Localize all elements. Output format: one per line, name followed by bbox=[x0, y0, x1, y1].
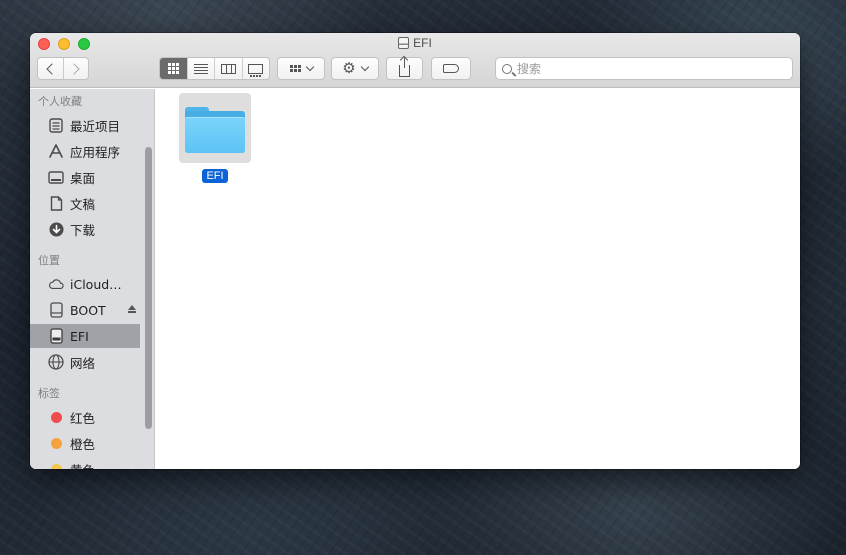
sidebar-item-icloud[interactable]: iCloud… bbox=[30, 272, 140, 296]
recents-icon bbox=[48, 117, 64, 133]
icon-view-icon bbox=[168, 63, 180, 74]
action-button[interactable]: ⚙ bbox=[331, 57, 379, 80]
share-button[interactable] bbox=[386, 57, 423, 80]
view-switcher bbox=[159, 57, 270, 80]
window-title: EFI bbox=[30, 36, 800, 50]
sidebar-item-boot[interactable]: BOOT bbox=[30, 298, 140, 322]
file-browser: EFI bbox=[156, 89, 800, 469]
sidebar-item-tag-orange[interactable]: 橙色 bbox=[30, 431, 140, 455]
titlebar: EFI ⚙ bbox=[30, 33, 800, 88]
share-icon bbox=[399, 57, 410, 77]
tag-dot-icon bbox=[48, 409, 64, 425]
gear-icon: ⚙ bbox=[342, 59, 356, 77]
network-icon bbox=[48, 354, 64, 370]
applications-icon bbox=[48, 143, 64, 159]
list-view-icon bbox=[194, 63, 209, 74]
desktop-icon bbox=[48, 169, 64, 185]
sidebar-item-label: 橙色 bbox=[70, 436, 96, 452]
sidebar-section-favorites: 个人收藏 bbox=[38, 95, 82, 108]
cloud-icon bbox=[48, 276, 64, 292]
gallery-view-icon bbox=[248, 63, 264, 77]
sidebar-item-label: 红色 bbox=[70, 410, 96, 426]
sidebar-item-efi[interactable]: EFI bbox=[30, 324, 140, 348]
chevron-right-icon bbox=[68, 62, 81, 75]
tag-button[interactable] bbox=[431, 57, 471, 80]
search-icon bbox=[502, 63, 512, 74]
sidebar-scrollbar[interactable] bbox=[145, 147, 152, 429]
sidebar-item-applications[interactable]: 应用程序 bbox=[30, 139, 140, 163]
chevron-down-icon bbox=[360, 62, 369, 72]
file-item-efi-folder[interactable]: EFI bbox=[179, 93, 251, 183]
sidebar-item-label: 最近项目 bbox=[70, 118, 121, 134]
sidebar-item-label: 下载 bbox=[70, 222, 96, 238]
icon-view-button[interactable] bbox=[160, 58, 188, 79]
sidebar-item-label: BOOT bbox=[70, 302, 106, 318]
file-name-label: EFI bbox=[202, 169, 228, 183]
sidebar-item-label: 桌面 bbox=[70, 170, 96, 186]
drive-icon bbox=[48, 302, 64, 318]
sidebar-item-label: EFI bbox=[70, 328, 89, 344]
tag-dot-icon bbox=[48, 435, 64, 451]
sidebar-item-desktop[interactable]: 桌面 bbox=[30, 165, 140, 189]
sidebar-item-label: 应用程序 bbox=[70, 144, 121, 160]
folder-thumbnail bbox=[179, 93, 251, 163]
back-button[interactable] bbox=[38, 58, 63, 79]
column-view-button[interactable] bbox=[214, 58, 241, 79]
sidebar-item-downloads[interactable]: 下载 bbox=[30, 217, 140, 241]
search-input[interactable] bbox=[517, 61, 767, 76]
list-view-button[interactable] bbox=[187, 58, 214, 79]
sidebar-item-label: 网络 bbox=[70, 355, 96, 371]
sidebar-item-recents[interactable]: 最近项目 bbox=[30, 113, 140, 137]
sidebar-item-tag-yellow[interactable]: 黄色 bbox=[30, 457, 140, 469]
tag-icon bbox=[443, 64, 459, 73]
search-field[interactable] bbox=[495, 57, 793, 80]
sidebar-section-tags: 标签 bbox=[38, 387, 60, 400]
chevron-down-icon bbox=[305, 62, 314, 72]
navigation-buttons bbox=[37, 57, 89, 80]
finder-window: EFI ⚙ 搜索 个人收藏 最近项目 应用程序 桌面 文稿 下载 位置 iClo… bbox=[30, 33, 800, 469]
documents-icon bbox=[48, 195, 64, 211]
group-by-button[interactable] bbox=[277, 57, 325, 80]
sidebar-item-tag-red[interactable]: 红色 bbox=[30, 405, 140, 429]
folder-icon bbox=[185, 107, 245, 153]
sidebar: 个人收藏 最近项目 应用程序 桌面 文稿 下载 位置 iCloud… BOOT … bbox=[30, 89, 155, 469]
tag-dot-icon bbox=[48, 461, 64, 469]
drive-icon bbox=[398, 37, 410, 49]
sidebar-section-locations: 位置 bbox=[38, 254, 60, 267]
group-icon bbox=[289, 65, 301, 72]
eject-icon[interactable] bbox=[128, 305, 136, 313]
forward-button[interactable] bbox=[62, 58, 88, 79]
sidebar-item-label: iCloud… bbox=[70, 276, 122, 292]
sidebar-item-documents[interactable]: 文稿 bbox=[30, 191, 140, 215]
drive-icon bbox=[48, 328, 64, 344]
downloads-icon bbox=[48, 221, 64, 237]
sidebar-item-label: 黄色 bbox=[70, 460, 95, 470]
chevron-left-icon bbox=[46, 62, 58, 75]
gallery-view-button[interactable] bbox=[241, 58, 269, 79]
sidebar-item-label: 文稿 bbox=[70, 196, 96, 212]
column-view-icon bbox=[221, 63, 237, 74]
sidebar-item-network[interactable]: 网络 bbox=[30, 350, 140, 374]
